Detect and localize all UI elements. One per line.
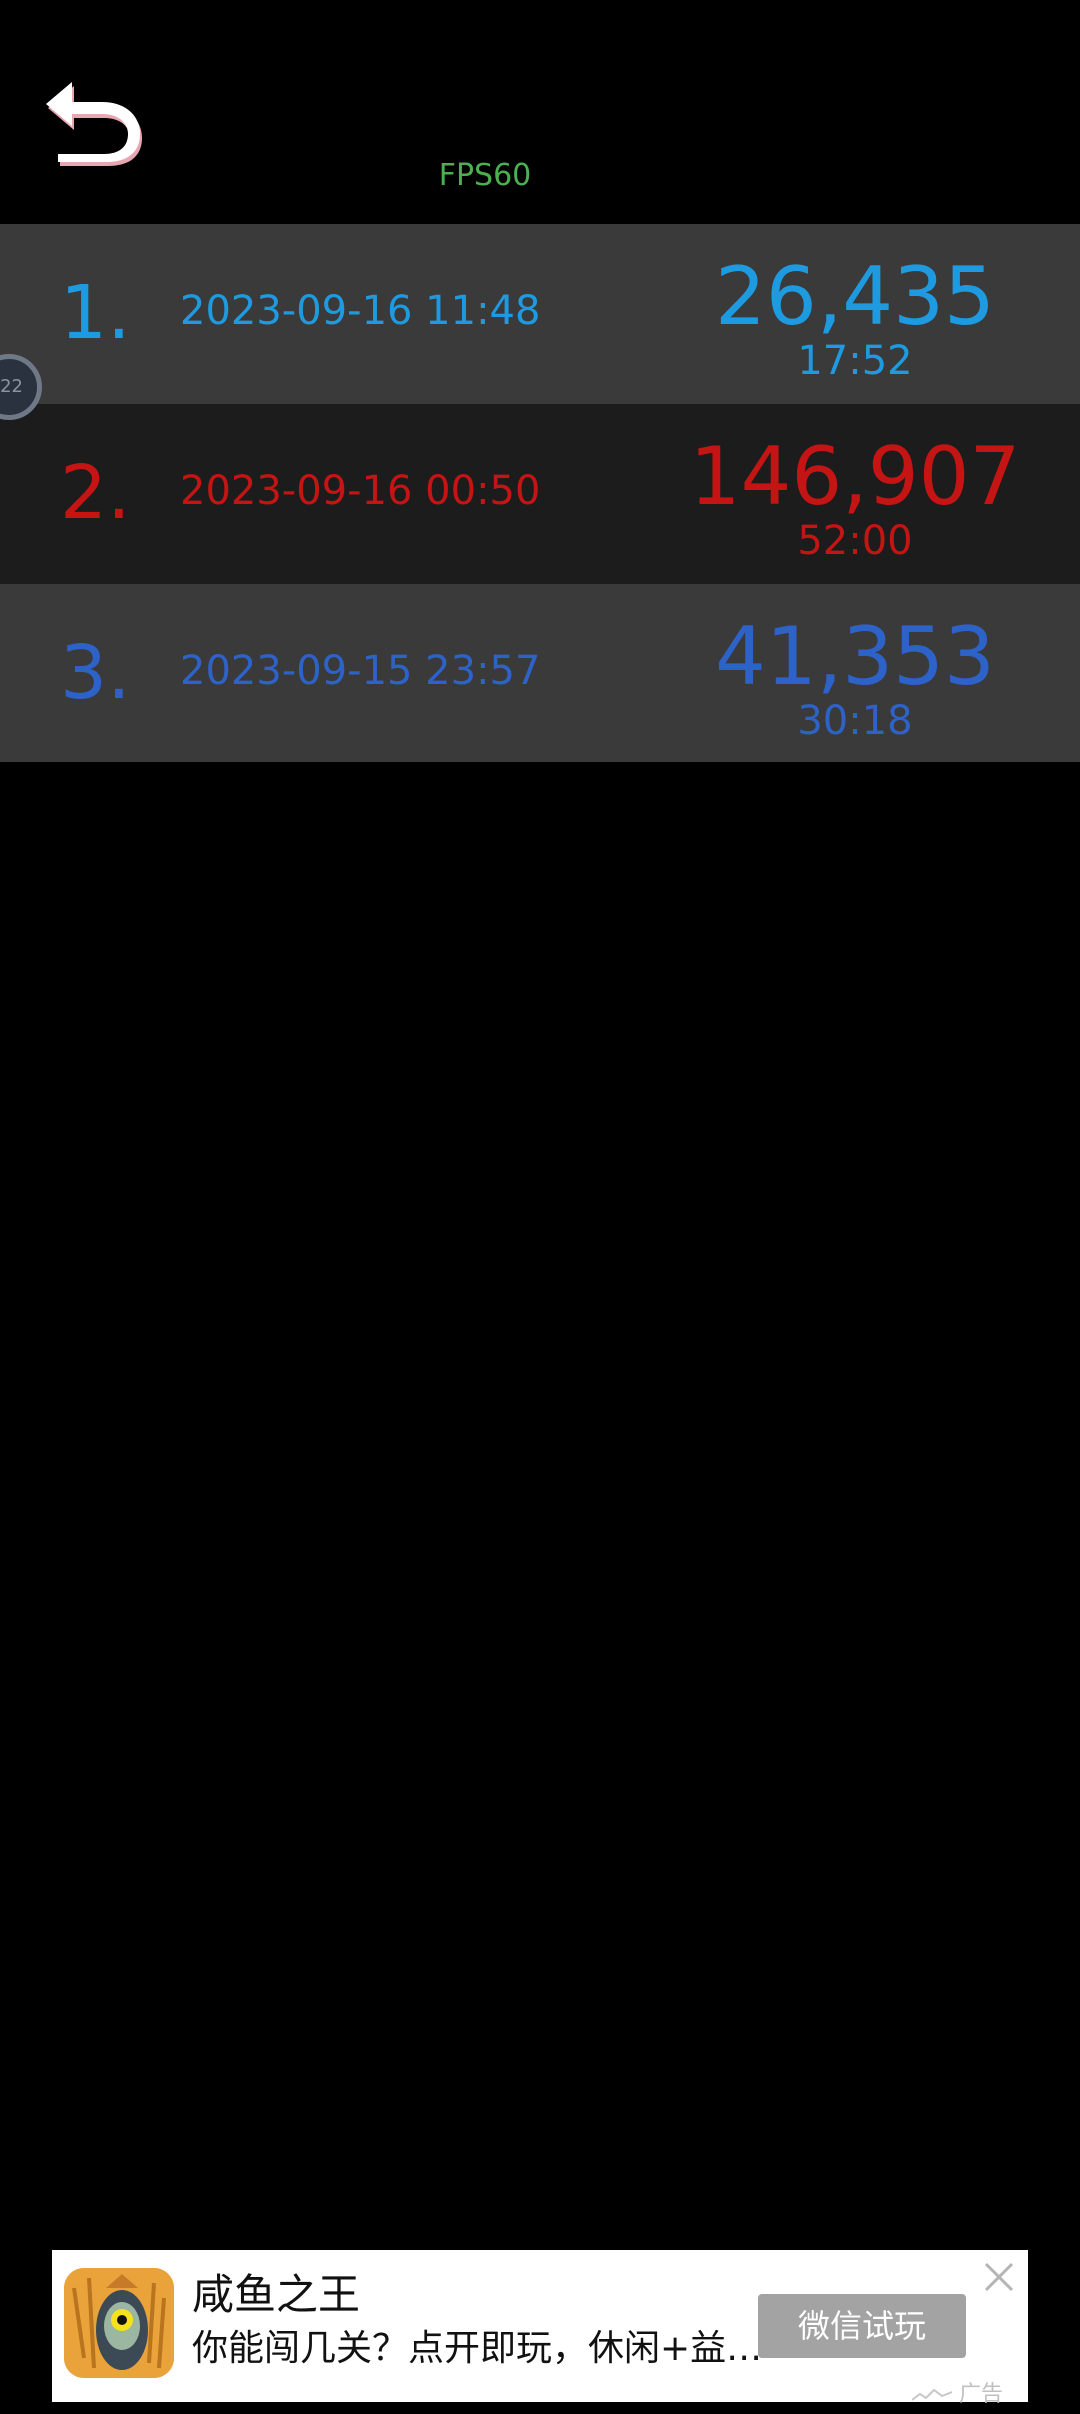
score-value: 41,353: [715, 610, 995, 703]
fps-counter: FPS60: [438, 158, 532, 193]
floating-handle-label: 22: [0, 376, 23, 397]
rank-number: 2.: [60, 450, 131, 536]
ad-banner[interactable]: 咸鱼之王 你能闯几关？点开即玩，休闲+益… 微信试玩 广告: [52, 2250, 1028, 2407]
close-icon[interactable]: [982, 2260, 1016, 2294]
back-button[interactable]: [44, 80, 148, 170]
wechat-try-button[interactable]: 微信试玩: [758, 2294, 966, 2358]
ad-description: 你能闯几关？点开即玩，休闲+益…: [192, 2328, 763, 2369]
ad-tag-label: 广告: [959, 2382, 1004, 2407]
ad-network-logo-icon: [911, 2388, 953, 2401]
score-date: 2023-09-15 23:57: [180, 648, 541, 694]
score-value: 26,435: [715, 250, 995, 343]
play-time: 17:52: [797, 338, 913, 384]
score-row: 3. 2023-09-15 23:57 41,353 30:18: [0, 584, 1080, 762]
salted-fish-king-game-icon[interactable]: [64, 2268, 174, 2378]
ad-title: 咸鱼之王: [192, 2270, 361, 2319]
rank-number: 1.: [60, 270, 131, 356]
play-time: 30:18: [797, 698, 913, 744]
back-arrow-icon: [46, 82, 142, 166]
score-row: 2. 2023-09-16 00:50 146,907 52:00: [0, 404, 1080, 584]
score-row: 1. 2023-09-16 11:48 26,435 17:52: [0, 224, 1080, 404]
score-date: 2023-09-16 00:50: [180, 468, 541, 514]
play-time: 52:00: [797, 518, 913, 564]
score-value: 146,907: [689, 430, 1021, 523]
leaderboard-screen: FPS60 1. 2023-09-16 11:48 26,435 17:52 2…: [0, 0, 1080, 2414]
rank-number: 3.: [60, 630, 131, 716]
ad-tag: 广告: [911, 2376, 1004, 2408]
score-date: 2023-09-16 11:48: [180, 288, 541, 334]
